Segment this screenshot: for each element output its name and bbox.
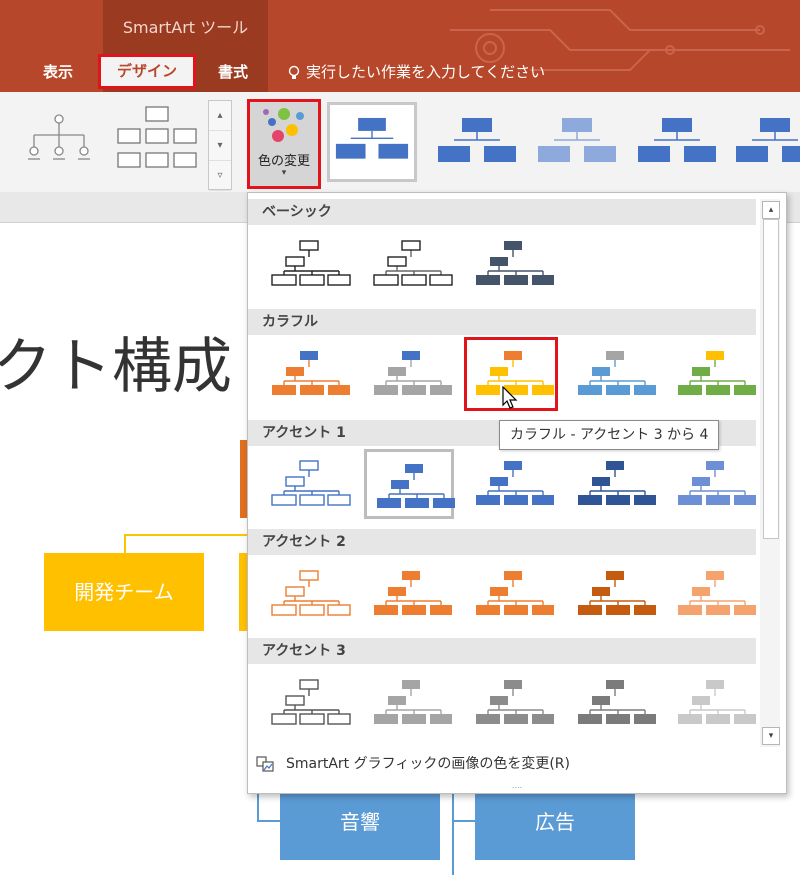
org-connector-line xyxy=(124,534,254,536)
color-option-accent1-4[interactable] xyxy=(568,449,658,519)
color-option-accent1-3[interactable] xyxy=(466,449,556,519)
org-chart-preview-icon xyxy=(578,461,656,505)
gallery-scroll-down-button[interactable]: ▾ xyxy=(762,727,780,745)
org-chart-preview-icon xyxy=(374,351,452,395)
color-option-accent3-4[interactable] xyxy=(568,668,658,738)
org-chart-preview-icon xyxy=(476,680,554,724)
slide-title[interactable]: クト構成 xyxy=(0,318,232,405)
section-header-basic: ベーシック xyxy=(248,199,756,225)
org-connector-line xyxy=(452,790,454,875)
org-chart-preview-icon xyxy=(578,351,656,395)
gallery-scroll-up-button[interactable]: ▴ xyxy=(762,201,780,219)
color-option-accent3-2[interactable] xyxy=(364,668,454,738)
layout-more-button[interactable]: ▿ xyxy=(209,161,231,191)
change-colors-button[interactable]: 色の変更 ▾ xyxy=(247,99,321,189)
color-option-basic-1[interactable] xyxy=(262,229,352,299)
org-chart-preview-icon xyxy=(374,571,452,615)
style-1-preview-icon xyxy=(335,117,409,159)
smartart-style-3[interactable] xyxy=(532,102,622,182)
tab-design[interactable]: デザイン xyxy=(98,54,196,89)
tab-view[interactable]: 表示 xyxy=(30,58,86,86)
org-box-dev-team[interactable]: 開発チーム xyxy=(44,553,204,631)
org-connector-line xyxy=(257,820,281,822)
org-chart-preview-icon xyxy=(271,570,351,616)
smartart-tools-label: SmartArt ツール xyxy=(122,18,249,37)
org-connector-line xyxy=(257,790,259,822)
org-chart-preview-icon xyxy=(272,351,350,395)
org-chart-preview-icon xyxy=(476,241,554,285)
palette-icon xyxy=(263,108,304,142)
org-chart-preview-icon xyxy=(678,351,756,395)
recolor-pictures-label: SmartArt グラフィックの画像の色を変更(R) xyxy=(286,756,570,772)
color-option-accent3-5[interactable] xyxy=(668,668,758,738)
org-box-sound[interactable]: 音響 xyxy=(280,785,440,860)
section-header-colorful: カラフル xyxy=(248,309,756,335)
smartart-style-2[interactable] xyxy=(432,102,522,182)
color-option-accent3-1[interactable] xyxy=(262,668,352,738)
gallery-resize-grip[interactable]: .... xyxy=(503,782,531,790)
color-option-colorful-1[interactable] xyxy=(262,339,352,409)
section-header-accent3: アクセント 3 xyxy=(248,638,756,664)
smartart-style-1[interactable] xyxy=(327,102,417,182)
org-chart-preview-icon xyxy=(578,680,656,724)
color-option-basic-2[interactable] xyxy=(364,229,454,299)
color-option-accent2-3[interactable] xyxy=(466,559,556,629)
smartart-style-4[interactable] xyxy=(632,102,722,182)
tab-format[interactable]: 書式 xyxy=(205,58,261,86)
org-connector-line xyxy=(124,534,126,554)
mouse-pointer-icon xyxy=(502,386,518,409)
org-chart-preview-icon xyxy=(377,464,455,508)
color-option-accent1-1[interactable] xyxy=(262,449,352,519)
org-box-ad[interactable]: 広告 xyxy=(475,785,635,860)
tell-me-text: 実行したい作業を入力してください xyxy=(306,63,546,81)
org-chart-preview-icon xyxy=(271,240,351,286)
org-connector-line xyxy=(452,820,476,822)
change-colors-label: 色の変更 xyxy=(257,154,310,169)
org-chart-preview-icon xyxy=(678,571,756,615)
gallery-scroll-thumb[interactable] xyxy=(763,219,779,539)
color-option-accent1-2[interactable] xyxy=(364,449,455,519)
org-chart-preview-icon xyxy=(374,680,452,724)
change-colors-gallery: ベーシック カラフル アクセント 1 アクセント 2 アクセント 3 ▴ ▾ S… xyxy=(247,192,787,794)
color-option-colorful-2[interactable] xyxy=(364,339,454,409)
org-chart-preview-icon xyxy=(476,461,554,505)
section-header-accent2: アクセント 2 xyxy=(248,529,756,555)
color-option-accent2-2[interactable] xyxy=(364,559,454,629)
color-option-accent2-1[interactable] xyxy=(262,559,352,629)
style-tooltip: カラフル - アクセント 3 から 4 xyxy=(499,420,720,450)
org-chart-preview-icon xyxy=(578,571,656,615)
layout-gallery-scroller[interactable]: ▴ ▾ ▿ xyxy=(208,100,232,191)
recolor-pictures-command[interactable]: SmartArt グラフィックの画像の色を変更(R) xyxy=(256,751,756,777)
gallery-scrollbar[interactable]: ▴ ▾ xyxy=(760,199,780,747)
layout-scroll-up-button[interactable]: ▴ xyxy=(209,101,231,131)
org-chart-preview-icon xyxy=(678,461,756,505)
org-chart-preview-icon xyxy=(476,571,554,615)
ribbon-title-bar: SmartArt ツール 表示 デザイン 書式 実行したい作業を入力してください xyxy=(0,0,800,92)
color-option-basic-3[interactable] xyxy=(466,229,556,299)
color-option-accent2-5[interactable] xyxy=(668,559,758,629)
layout-scroll-down-button[interactable]: ▾ xyxy=(209,131,231,161)
org-chart-preview-icon xyxy=(373,240,453,286)
change-colors-caret: ▾ xyxy=(281,168,287,178)
color-option-colorful-5[interactable] xyxy=(668,339,758,409)
tell-me-search[interactable]: 実行したい作業を入力してください xyxy=(288,58,545,86)
smartart-style-5[interactable] xyxy=(730,102,800,182)
color-option-accent2-4[interactable] xyxy=(568,559,658,629)
org-chart-preview-icon xyxy=(678,680,756,724)
lightbulb-icon xyxy=(288,65,300,79)
recolor-picture-icon xyxy=(256,756,274,772)
org-chart-preview-icon xyxy=(271,460,351,506)
color-option-accent3-3[interactable] xyxy=(466,668,556,738)
layout-hierarchy-thumbnail[interactable] xyxy=(14,105,104,175)
color-option-accent1-5[interactable] xyxy=(668,449,758,519)
org-chart-preview-icon xyxy=(271,679,351,725)
layout-org-chart-thumbnail[interactable] xyxy=(112,105,202,175)
color-option-colorful-4[interactable] xyxy=(568,339,658,409)
